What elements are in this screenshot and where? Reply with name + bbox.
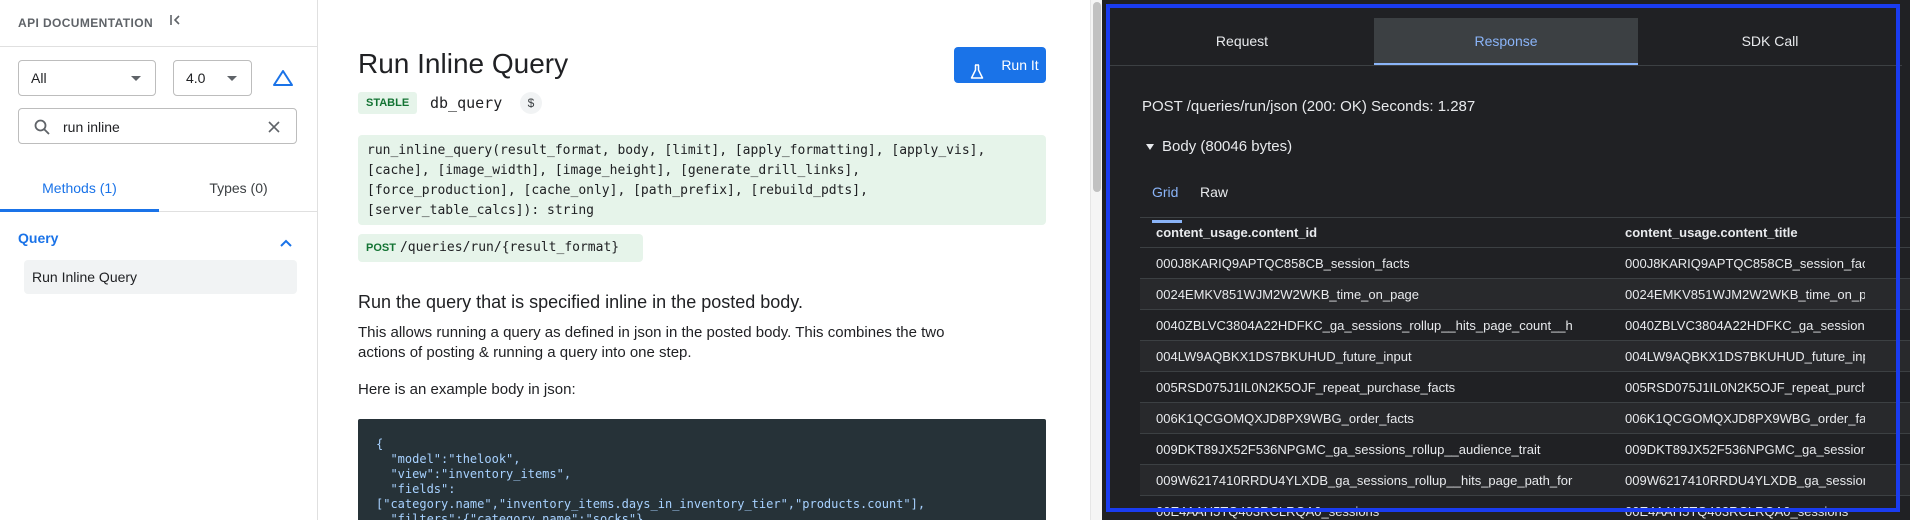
run-it-label: Run It — [1001, 57, 1039, 73]
run-it-button[interactable]: Run It — [954, 47, 1046, 83]
tab-request[interactable]: Request — [1110, 18, 1374, 65]
sidebar-item-run-inline-query[interactable]: Run Inline Query — [24, 260, 297, 294]
sidebar: API DOCUMENTATION All 4.0 Methods (1) Ty… — [0, 0, 318, 520]
tab-raw[interactable]: Raw — [1200, 184, 1228, 200]
table-row: 00E4AAH5TQ403RCLRQA0_sessions 00E4AAH5TQ4… — [1140, 496, 1910, 520]
table-cell: 0024EMKV851WJM2W2WKB_time_on_page — [1625, 287, 1865, 302]
body-view-tabs: Grid Raw — [1140, 176, 1910, 223]
table-cell: 006K1QCGOMQXJD8PX9WBG_order_facts — [1625, 411, 1865, 426]
table-cell: 009DKT89JX52F536NPGMC_ga_sessions_rollup… — [1625, 442, 1865, 457]
table-cell: 006K1QCGOMQXJD8PX9WBG_order_facts — [1156, 411, 1414, 426]
panel-tabs: Request Response SDK Call — [1110, 18, 1902, 66]
tab-types[interactable]: Types (0) — [159, 180, 318, 196]
api-version-select[interactable]: 4.0 — [173, 60, 252, 96]
tab-methods[interactable]: Methods (1) — [0, 180, 159, 196]
response-status: POST /queries/run/json (200: OK) Seconds… — [1142, 98, 1476, 115]
table-cell: 005RSD075J1IL0N2K5OJF_repeat_purchase_fa… — [1625, 380, 1865, 395]
table-cell: 000J8KARIQ9APTQC858CB_session_facts — [1625, 256, 1865, 271]
collapse-sidebar-icon[interactable] — [168, 12, 184, 33]
status-badge: STABLE — [358, 92, 418, 114]
table-cell: 00E4AAH5TQ403RCLRQA0_sessions — [1625, 504, 1849, 519]
sidebar-tabs: Methods (1) Types (0) — [0, 170, 318, 212]
body-toggle[interactable]: Body (80046 bytes) — [1142, 138, 1292, 155]
example-code-block: { "model":"thelook", "view":"inventory_i… — [358, 419, 1046, 520]
table-cell: 009W6217410RRDU4YLXDB_ga_sessions_rollup… — [1156, 473, 1573, 488]
tab-response-label: Response — [1474, 33, 1538, 49]
tab-grid[interactable]: Grid — [1152, 184, 1182, 223]
table-row: 009DKT89JX52F536NPGMC_ga_sessions_rollup… — [1140, 434, 1910, 465]
search-input[interactable] — [63, 117, 263, 137]
scrollbar-thumb[interactable] — [1093, 2, 1101, 192]
tab-sdk-call[interactable]: SDK Call — [1638, 18, 1902, 65]
endpoint: POST/queries/run/{result_format} — [358, 234, 643, 262]
table-cell: 004LW9AQBKX1DS7BKUHUD_future_input — [1156, 349, 1412, 364]
triangle-icon[interactable] — [272, 68, 294, 88]
method-id: db_query — [430, 94, 503, 112]
table-cell: 0024EMKV851WJM2W2WKB_time_on_page — [1156, 287, 1420, 302]
search-icon — [33, 118, 51, 136]
table-row: 004LW9AQBKX1DS7BKUHUD_future_input 004LW9… — [1140, 341, 1910, 372]
chevron-down-icon — [227, 76, 237, 81]
clear-search-icon[interactable] — [266, 119, 282, 135]
grid-header-row: content_usage.content_id content_usage.c… — [1140, 218, 1910, 248]
table-cell: 0040ZBLVC3804A22HDFKC_ga_sessions_rollup… — [1156, 318, 1573, 333]
active-tab-indicator — [0, 209, 159, 212]
table-cell: 004LW9AQBKX1DS7BKUHUD_future_input — [1625, 349, 1865, 364]
method-summary: Run the query that is specified inline i… — [358, 292, 803, 312]
table-cell: 000J8KARIQ9APTQC858CB_session_facts — [1156, 256, 1410, 271]
sidebar-group-query[interactable]: Query — [18, 230, 58, 246]
tab-response[interactable]: Response — [1374, 18, 1638, 65]
active-tab-indicator — [1374, 63, 1638, 65]
http-verb: POST — [366, 242, 396, 254]
endpoint-path: /queries/run/{result_format} — [399, 240, 620, 255]
table-cell: 005RSD075J1IL0N2K5OJF_repeat_purchase_fa… — [1156, 380, 1456, 395]
column-header[interactable]: content_usage.content_title — [1625, 225, 1865, 240]
chevron-up-icon[interactable] — [280, 234, 292, 247]
main-scrollbar[interactable] — [1090, 0, 1102, 520]
page-title: Run Inline Query — [358, 48, 569, 79]
specification-filter-select[interactable]: All — [18, 60, 156, 96]
chevron-down-icon — [131, 76, 141, 81]
table-row: 000J8KARIQ9APTQC858CB_session_facts 000J8… — [1140, 248, 1910, 279]
table-cell: 00E4AAH5TQ403RCLRQA0_sessions — [1156, 504, 1380, 519]
table-cell: 009DKT89JX52F536NPGMC_ga_sessions_rollup… — [1156, 442, 1541, 457]
example-label: Here is an example body in json: — [358, 381, 576, 398]
tab-grid-label: Grid — [1152, 184, 1179, 200]
caret-down-icon — [1146, 144, 1154, 150]
column-header[interactable]: content_usage.content_id — [1156, 225, 1596, 240]
body-label: Body (80046 bytes) — [1162, 138, 1293, 155]
method-description: This allows running a query as defined i… — [358, 324, 945, 361]
table-cell: 009W6217410RRDU4YLXDB_ga_sessions_rollup… — [1625, 473, 1865, 488]
cost-badge[interactable]: $ — [520, 92, 542, 114]
table-row: 0024EMKV851WJM2W2WKB_time_on_page 0024EMK… — [1140, 279, 1910, 310]
specification-filter-value: All — [31, 70, 47, 86]
search-box — [18, 108, 297, 144]
sidebar-header: API DOCUMENTATION — [18, 16, 154, 30]
response-grid: content_usage.content_id content_usage.c… — [1140, 218, 1910, 520]
flask-icon — [970, 57, 984, 79]
run-it-panel: Request Response SDK Call POST /queries/… — [1102, 0, 1910, 520]
table-cell: 0040ZBLVC3804A22HDFKC_ga_sessions_rollup… — [1625, 318, 1865, 333]
table-row: 0040ZBLVC3804A22HDFKC_ga_sessions_rollup… — [1140, 310, 1910, 341]
api-version-value: 4.0 — [186, 70, 206, 86]
sidebar-divider — [0, 46, 318, 47]
table-row: 006K1QCGOMQXJD8PX9WBG_order_facts 006K1QC… — [1140, 403, 1910, 434]
main-content: Run Inline Query Run It STABLE db_query … — [319, 0, 1090, 520]
table-row: 009W6217410RRDU4YLXDB_ga_sessions_rollup… — [1140, 465, 1910, 496]
table-row: 005RSD075J1IL0N2K5OJF_repeat_purchase_fa… — [1140, 372, 1910, 403]
method-signature: run_inline_query(result_format, body, [l… — [358, 135, 1046, 225]
